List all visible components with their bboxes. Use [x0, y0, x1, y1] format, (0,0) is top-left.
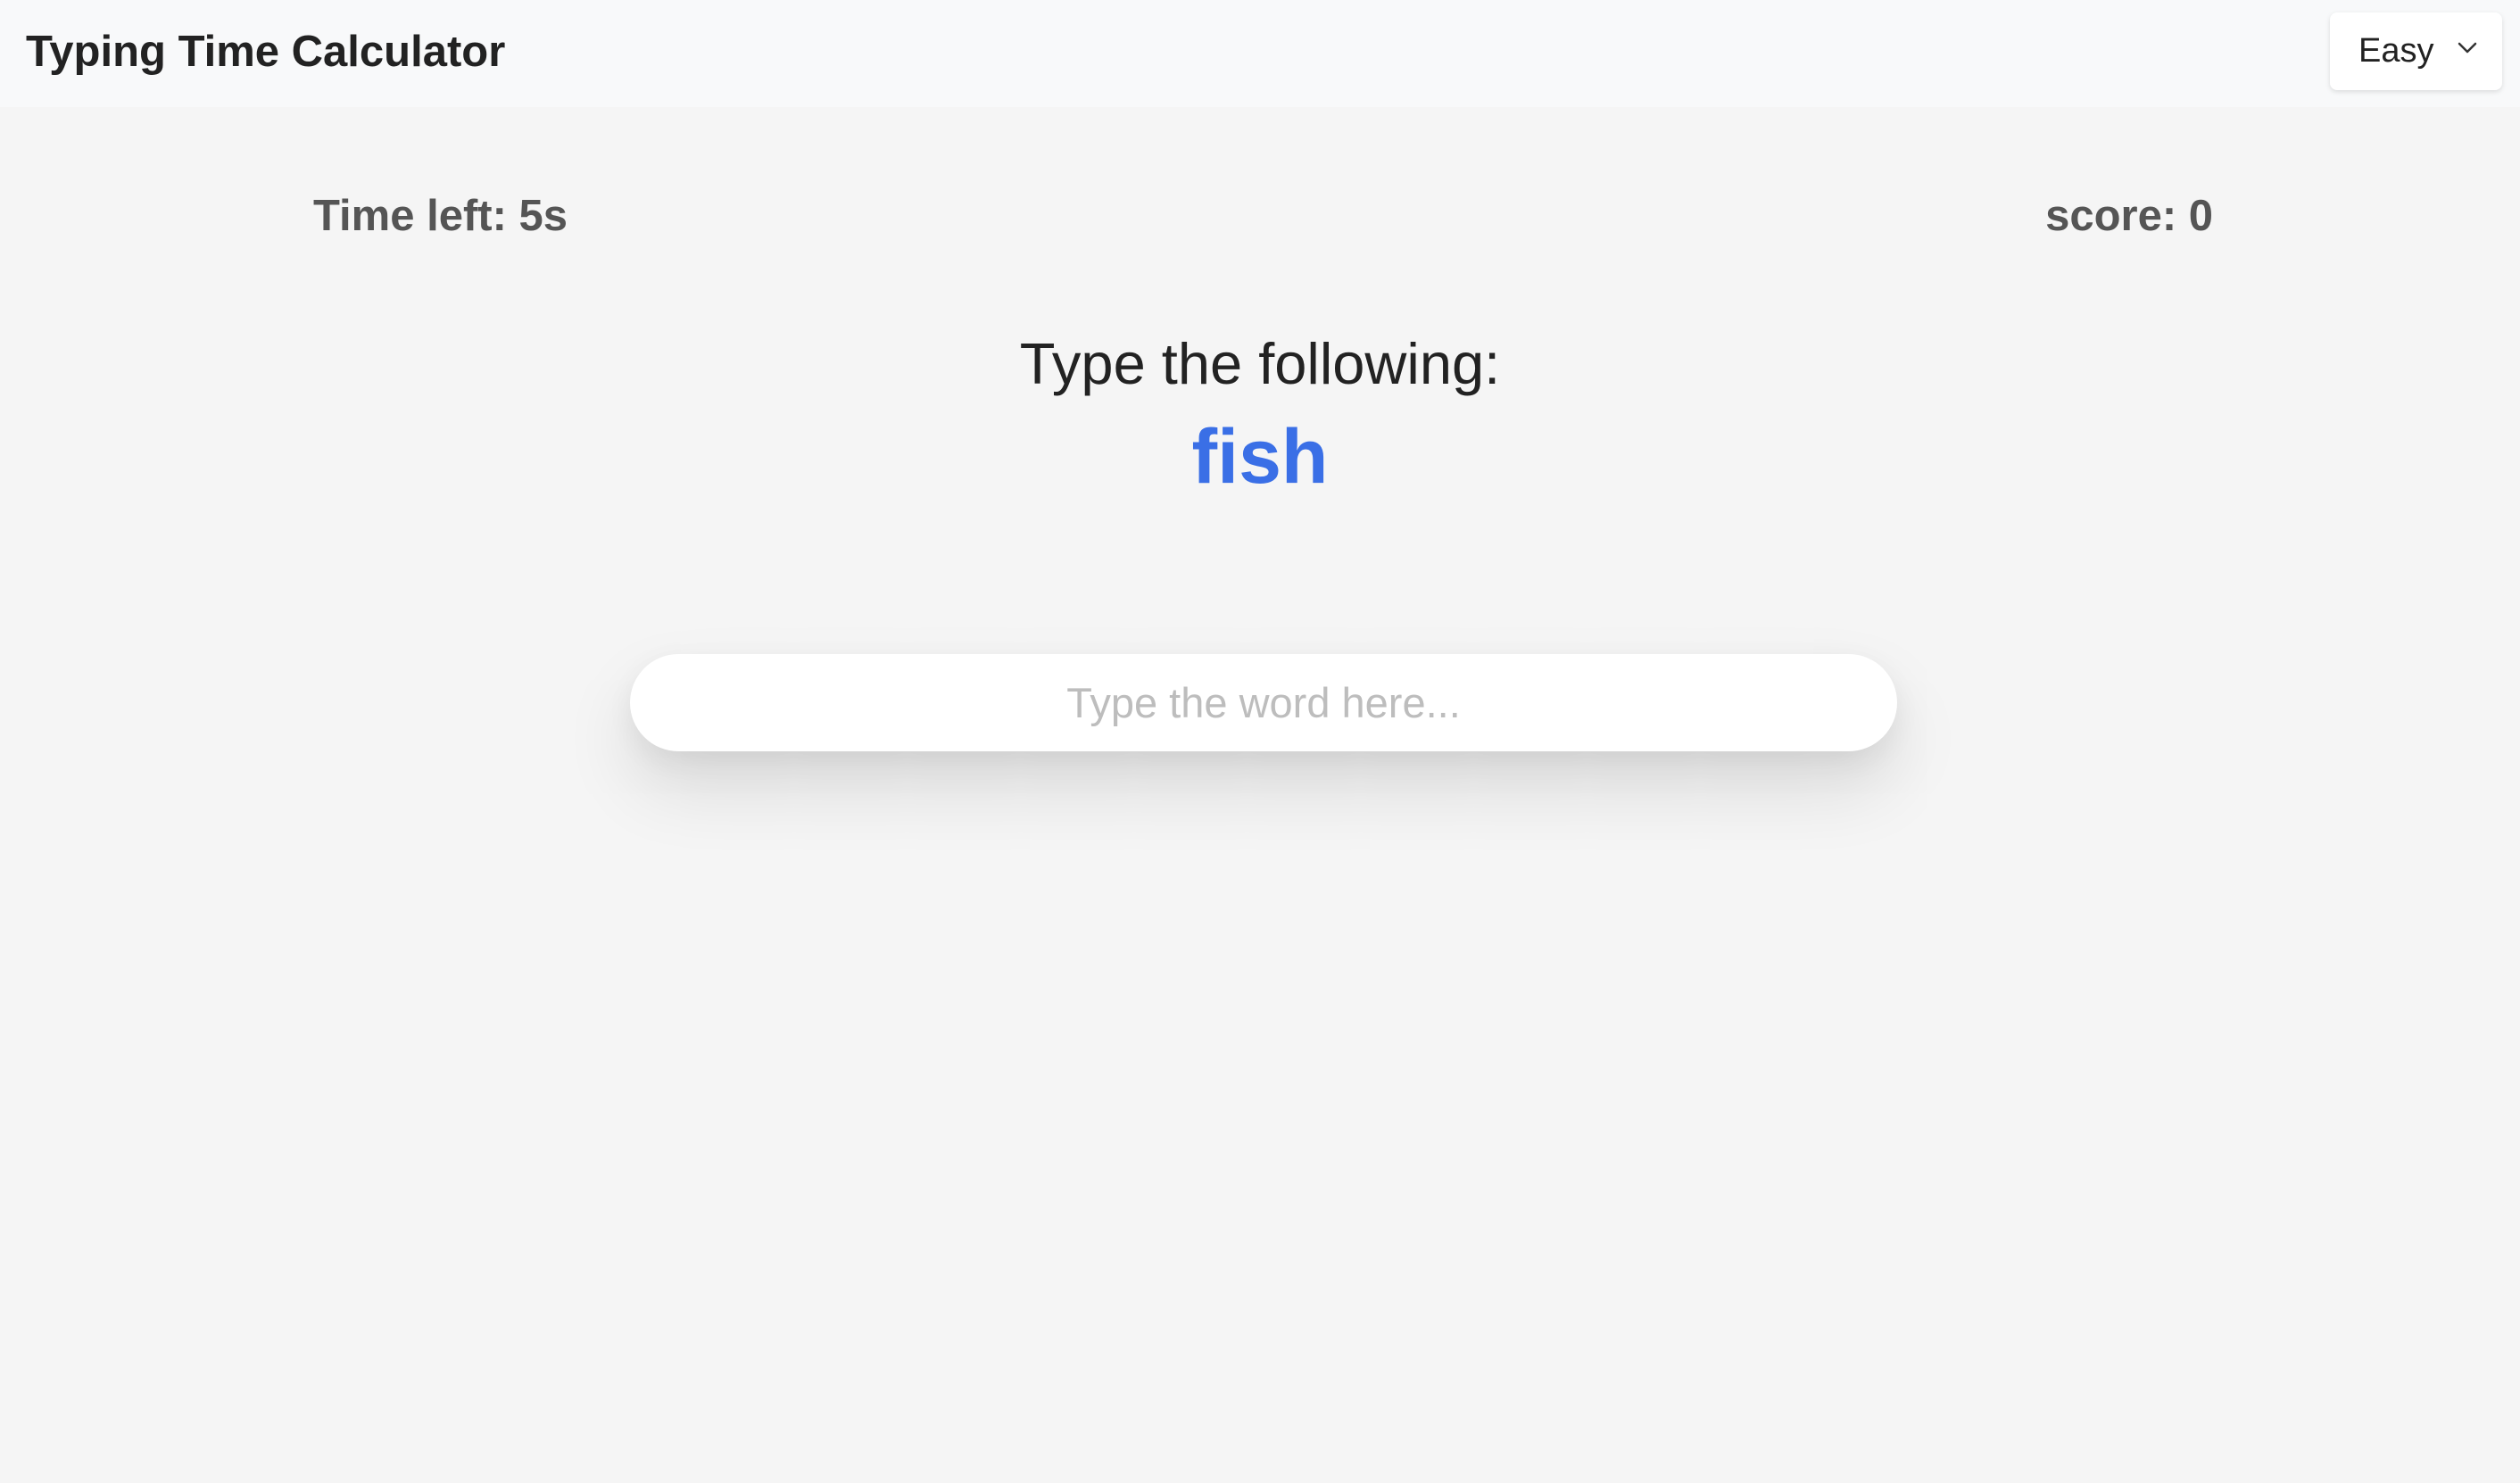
top-bar: Typing Time Calculator Easy: [0, 0, 2520, 107]
chevron-down-icon: [2458, 42, 2477, 54]
word-input[interactable]: [630, 654, 1897, 751]
prompt-label: Type the following:: [1019, 331, 1501, 396]
time-left-display: Time left: 5s: [313, 192, 568, 240]
difficulty-select[interactable]: Easy: [2330, 12, 2502, 90]
typing-app: Typing Time Calculator Easy Time left: 5…: [0, 0, 2520, 1483]
score-display: score: 0: [2045, 192, 2213, 240]
target-word: fish: [1191, 414, 1329, 500]
difficulty-selected-value: Easy: [2358, 32, 2434, 70]
app-title: Typing Time Calculator: [26, 28, 506, 76]
